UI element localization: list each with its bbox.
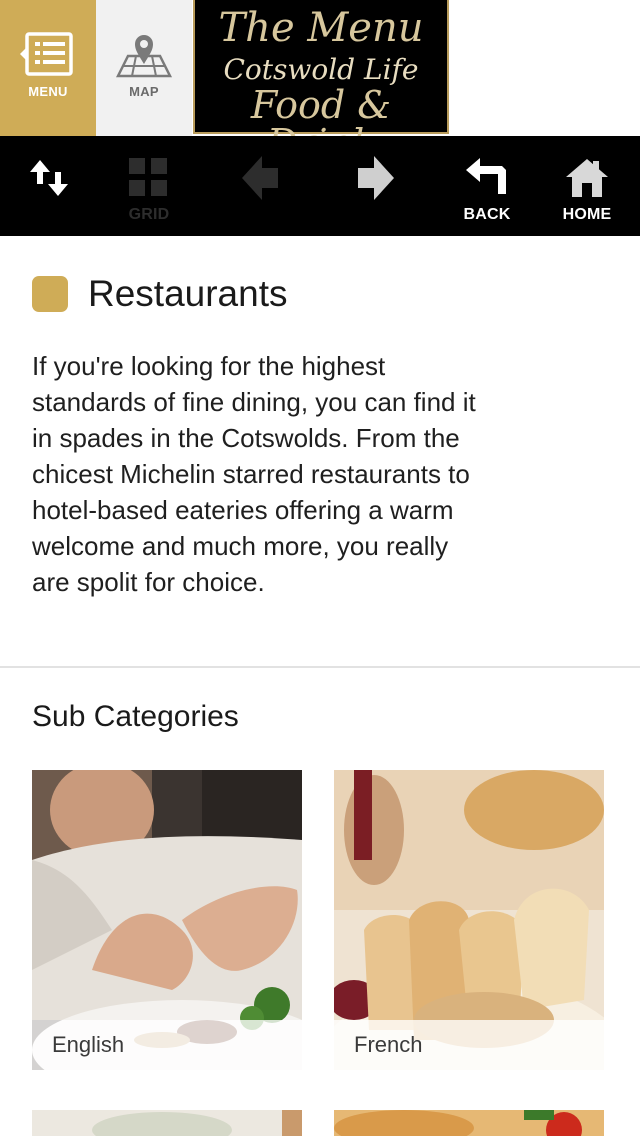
home-icon (564, 154, 610, 202)
subcategory-tile-english[interactable]: English (32, 770, 302, 1070)
food-photo (32, 1110, 302, 1136)
tab-menu[interactable]: MENU (0, 0, 96, 136)
grid-label: GRID (128, 206, 170, 223)
back-button[interactable]: BACK (437, 136, 537, 236)
tab-menu-label: MENU (28, 84, 68, 99)
map-pin-icon (96, 28, 192, 80)
previous-button[interactable] (210, 136, 310, 236)
category-color-swatch (32, 276, 68, 312)
food-photo (334, 1110, 604, 1136)
the-menu-logo[interactable]: The Menu Cotswold Life Food & Drink (193, 0, 449, 162)
logo-line-1: The Menu (218, 5, 424, 51)
grid-icon (127, 154, 171, 202)
back-arrow-icon (464, 154, 510, 202)
category-header: Restaurants (32, 270, 288, 318)
home-label: HOME (562, 206, 612, 223)
back-label: BACK (463, 206, 511, 223)
navigation-toolbar: GRID BACK HOME (0, 136, 640, 236)
top-header: MENU MAP The Menu Cotswold Life Food & D… (0, 0, 640, 162)
tab-map[interactable]: MAP (96, 0, 192, 136)
next-button[interactable] (326, 136, 426, 236)
category-description: If you're looking for the highest standa… (32, 351, 476, 597)
grid-button[interactable]: GRID (99, 136, 199, 236)
sort-arrows-icon (28, 154, 72, 202)
tile-caption: French (334, 1020, 604, 1070)
arrow-left-icon (238, 154, 282, 202)
home-button[interactable]: HOME (537, 136, 637, 236)
logo-line-2: Cotswold Life (223, 53, 419, 86)
subcategory-label: English (52, 1032, 125, 1057)
sub-categories-title: Sub Categories (32, 700, 239, 733)
subcategory-tile[interactable] (334, 1110, 604, 1136)
tile-caption: English (32, 1020, 302, 1070)
sort-button[interactable] (0, 136, 100, 236)
section-divider (0, 666, 640, 668)
list-icon (0, 28, 96, 80)
page-title: Restaurants (88, 273, 288, 314)
subcategory-label: French (354, 1032, 423, 1057)
subcategory-tile-french[interactable]: French (334, 770, 604, 1070)
subcategory-tile[interactable] (32, 1110, 302, 1136)
arrow-right-icon (354, 154, 398, 202)
tab-map-label: MAP (129, 84, 159, 99)
